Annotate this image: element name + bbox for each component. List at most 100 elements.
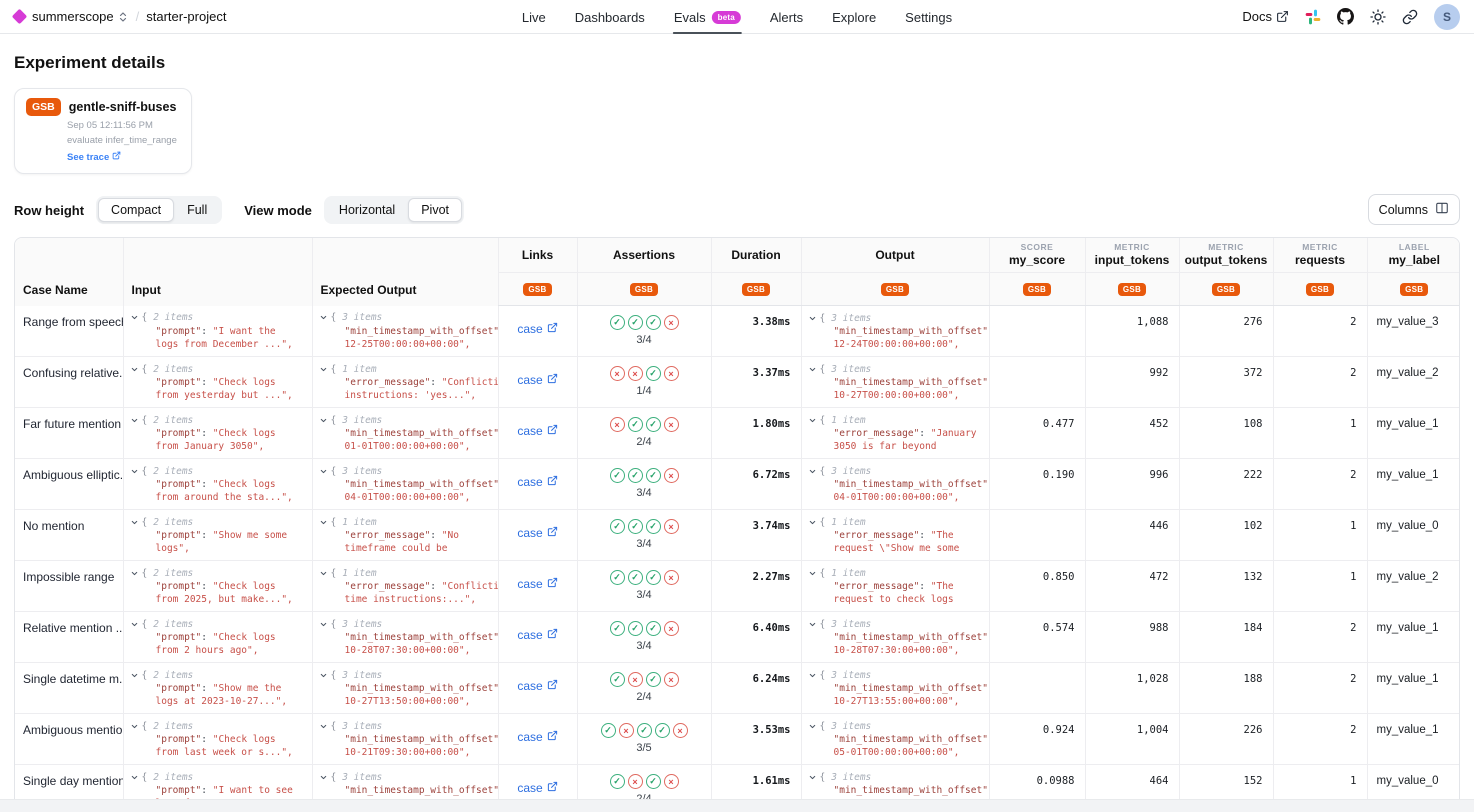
see-trace-link[interactable]: See trace xyxy=(67,151,121,163)
json-item-count: 1 item xyxy=(831,517,865,528)
collapse-toggle-icon[interactable] xyxy=(319,722,328,731)
collapse-toggle-icon[interactable] xyxy=(319,467,328,476)
collapse-toggle-icon[interactable] xyxy=(130,467,139,476)
share-link-icon[interactable] xyxy=(1402,9,1418,25)
case-link[interactable]: case xyxy=(517,628,557,642)
case-link[interactable]: case xyxy=(517,526,557,540)
collapse-toggle-icon[interactable] xyxy=(319,671,328,680)
case-link[interactable]: case xyxy=(517,679,557,693)
assertion-fail-icon: × xyxy=(673,723,688,738)
input-tokens-cell: 1,088 xyxy=(1085,306,1179,357)
collapse-toggle-icon[interactable] xyxy=(808,671,817,680)
output-cell: {1 item"error_message": "Therequest to c… xyxy=(801,561,989,612)
collapse-toggle-icon[interactable] xyxy=(130,671,139,680)
view-mode-option-pivot[interactable]: Pivot xyxy=(408,198,462,222)
column-name: my_label xyxy=(1368,253,1461,267)
tab-label: Settings xyxy=(905,10,952,25)
tab-explore[interactable]: Explore xyxy=(831,0,877,34)
collapse-toggle-icon[interactable] xyxy=(808,569,817,578)
org-switcher[interactable]: summerscope xyxy=(32,9,129,24)
tab-evals[interactable]: Evalsbeta xyxy=(673,0,742,34)
app-logo-icon xyxy=(12,9,28,25)
collapse-toggle-icon[interactable] xyxy=(808,365,817,374)
assertion-icons: ✓×✓× xyxy=(578,774,711,789)
assertion-pass-icon: ✓ xyxy=(610,315,625,330)
output-tokens-cell: 188 xyxy=(1179,663,1273,714)
column-header-input: Input xyxy=(123,238,312,306)
chevrons-up-down-icon xyxy=(117,11,129,23)
project-name[interactable]: starter-project xyxy=(146,9,226,24)
json-line: "min_timestamp_with_offset" xyxy=(319,427,498,440)
json-line: 10-21T09:30:00+00:00", xyxy=(319,746,498,759)
collapse-toggle-icon[interactable] xyxy=(808,620,817,629)
case-link[interactable]: case xyxy=(517,781,557,795)
collapse-toggle-icon[interactable] xyxy=(130,569,139,578)
row-height-option-full[interactable]: Full xyxy=(174,198,220,222)
tab-alerts[interactable]: Alerts xyxy=(769,0,804,34)
tab-dashboards[interactable]: Dashboards xyxy=(574,0,646,34)
assertions-cell: ✓✓✓×3/4 xyxy=(577,306,711,357)
view-mode-option-horizontal[interactable]: Horizontal xyxy=(326,198,408,222)
assertions-cell: ✓✓✓×3/4 xyxy=(577,459,711,510)
expected-output-cell: {3 items"min_timestamp_with_offset"10-21… xyxy=(312,714,498,765)
requests-cell: 1 xyxy=(1273,510,1367,561)
json-brace: { xyxy=(820,517,826,528)
collapse-toggle-icon[interactable] xyxy=(319,365,328,374)
collapse-toggle-icon[interactable] xyxy=(130,620,139,629)
collapse-toggle-icon[interactable] xyxy=(130,365,139,374)
json-key: "min_timestamp_with_offset" xyxy=(834,785,988,796)
docs-link[interactable]: Docs xyxy=(1242,9,1289,24)
collapse-toggle-icon[interactable] xyxy=(319,416,328,425)
collapse-toggle-icon[interactable] xyxy=(130,773,139,782)
case-link[interactable]: case xyxy=(517,730,557,744)
collapse-toggle-icon[interactable] xyxy=(808,773,817,782)
json-key: "min_timestamp_with_offset" xyxy=(834,632,988,643)
case-link[interactable]: case xyxy=(517,322,557,336)
case-link[interactable]: case xyxy=(517,373,557,387)
collapse-toggle-icon[interactable] xyxy=(808,314,817,323)
user-avatar[interactable]: S xyxy=(1434,4,1460,30)
assertion-pass-icon: ✓ xyxy=(610,468,625,483)
theme-toggle-icon[interactable] xyxy=(1370,9,1386,25)
case-link[interactable]: case xyxy=(517,424,557,438)
json-preview-header: {2 items xyxy=(130,719,312,733)
collapse-toggle-icon[interactable] xyxy=(808,416,817,425)
assertion-fail-icon: × xyxy=(610,366,625,381)
input-tokens-cell: 988 xyxy=(1085,612,1179,663)
collapse-toggle-icon[interactable] xyxy=(130,518,139,527)
json-preview-header: {2 items xyxy=(130,413,312,427)
case-link[interactable]: case xyxy=(517,475,557,489)
tab-label: Evals xyxy=(674,10,706,25)
github-icon[interactable] xyxy=(1337,8,1354,25)
json-key: "min_timestamp_with_offset" xyxy=(345,428,499,439)
collapse-toggle-icon[interactable] xyxy=(808,467,817,476)
nav-tabs: Live Dashboards Evalsbeta Alerts Explore Sett… xyxy=(521,0,953,34)
output-cell: {3 items"min_timestamp_with_offset"04-01… xyxy=(801,459,989,510)
case-link[interactable]: case xyxy=(517,577,557,591)
collapse-toggle-icon[interactable] xyxy=(319,518,328,527)
collapse-toggle-icon[interactable] xyxy=(319,773,328,782)
columns-button[interactable]: Columns xyxy=(1368,194,1460,225)
tab-settings[interactable]: Settings xyxy=(904,0,953,34)
experiment-badge: GSB xyxy=(742,283,770,296)
input-tokens-cell: 452 xyxy=(1085,408,1179,459)
collapse-toggle-icon[interactable] xyxy=(130,722,139,731)
case-link-label: case xyxy=(517,628,542,642)
json-item-count: 3 items xyxy=(342,466,382,477)
assertion-ratio: 2/4 xyxy=(578,691,711,703)
collapse-toggle-icon[interactable] xyxy=(319,569,328,578)
collapse-toggle-icon[interactable] xyxy=(130,313,139,322)
row-height-option-compact[interactable]: Compact xyxy=(98,198,174,222)
output-tokens-cell: 184 xyxy=(1179,612,1273,663)
collapse-toggle-icon[interactable] xyxy=(808,518,817,527)
tab-live[interactable]: Live xyxy=(521,0,547,34)
output-tokens-cell: 372 xyxy=(1179,357,1273,408)
json-line: "prompt": "I want the xyxy=(130,325,312,338)
slack-icon[interactable] xyxy=(1305,9,1321,25)
horizontal-scrollbar-track[interactable] xyxy=(0,799,1474,812)
collapse-toggle-icon[interactable] xyxy=(130,416,139,425)
collapse-toggle-icon[interactable] xyxy=(808,722,817,731)
column-name: requests xyxy=(1274,253,1367,267)
collapse-toggle-icon[interactable] xyxy=(319,620,328,629)
collapse-toggle-icon[interactable] xyxy=(319,313,328,322)
